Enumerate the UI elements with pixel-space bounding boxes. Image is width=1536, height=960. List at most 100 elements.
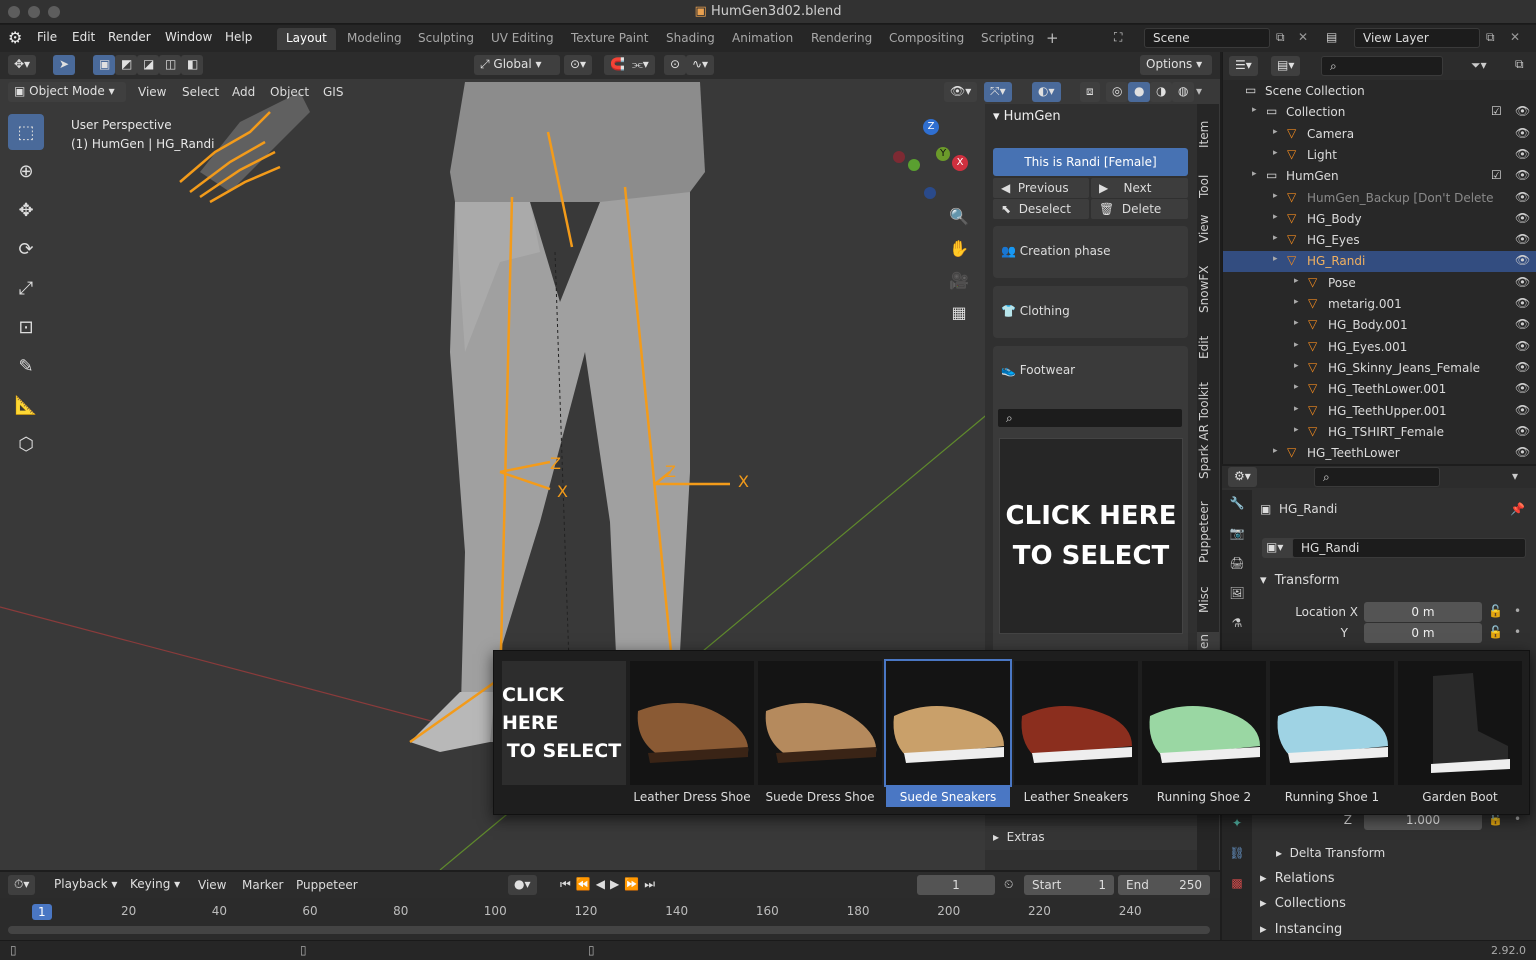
outliner-row[interactable]: ▸ ▽ HumGen_Backup [Don't Delete 👁: [1223, 188, 1536, 209]
delete-button[interactable]: 🗑 Delete: [1091, 199, 1188, 219]
filter-icon[interactable]: ⏷▾: [1471, 58, 1487, 73]
visibility-eye-icon[interactable]: 👁: [1515, 296, 1530, 310]
playback-controls[interactable]: ⏮⏪◀▶⏩⏭: [560, 877, 660, 892]
clothing-section[interactable]: 👕 Clothing: [993, 286, 1188, 338]
location-x-field[interactable]: 0 m: [1364, 602, 1482, 622]
proportional-edit-icon[interactable]: ⊙: [664, 55, 687, 75]
visibility-eye-icon[interactable]: 👁: [1515, 275, 1530, 289]
tab-puppeteer[interactable]: Puppeteer: [1197, 496, 1219, 568]
tab-tool[interactable]: Tool: [1197, 166, 1219, 206]
location-y-field[interactable]: 0 m: [1364, 623, 1482, 643]
tab-uv-editing[interactable]: UV Editing: [482, 28, 563, 50]
timeline-menu-view[interactable]: View: [198, 878, 226, 892]
outliner-row[interactable]: ▸ ▽ HG_Skinny_Jeans_Female 👁: [1223, 358, 1536, 379]
visibility-eye-icon[interactable]: 👁: [1515, 445, 1530, 459]
relations-panel-header[interactable]: ▸ Relations: [1260, 871, 1335, 886]
add-workspace-icon[interactable]: +: [1046, 29, 1059, 47]
gizmo-toggle-icon[interactable]: ⤧▾: [984, 82, 1012, 102]
footwear-option[interactable]: Suede Dress Shoe: [758, 661, 882, 804]
visibility-eye-icon[interactable]: 👁: [1515, 339, 1530, 353]
footwear-header[interactable]: 👟 Footwear: [993, 346, 1188, 394]
tab-layout[interactable]: Layout: [277, 28, 336, 50]
constraint-props-icon[interactable]: ⛓: [1222, 840, 1252, 870]
prev-keyframe-icon[interactable]: ⏪: [576, 877, 596, 891]
properties-editor-icon[interactable]: ⚙▾: [1228, 467, 1257, 487]
expand-arrow-icon[interactable]: ▸: [1273, 127, 1278, 137]
outliner-row[interactable]: ▸ ▽ HG_TeethUpper.001 👁: [1223, 401, 1536, 422]
falloff-icon[interactable]: ∿▾: [686, 55, 715, 75]
deselect-button[interactable]: ⬉ Deselect: [993, 199, 1089, 219]
zoom-icon[interactable]: 🔍: [946, 207, 972, 239]
visibility-eye-icon[interactable]: 👁: [1515, 104, 1530, 118]
tool-props-icon[interactable]: 🔧: [1222, 490, 1252, 520]
outliner-row[interactable]: ▸ ▽ HG_Body.001 👁: [1223, 315, 1536, 336]
navigation-gizmo[interactable]: Z Y X: [890, 117, 970, 207]
cursor-tool-icon[interactable]: ⊕: [8, 153, 44, 189]
timeline-menu-marker[interactable]: Marker: [242, 878, 283, 892]
menu-window[interactable]: Window: [165, 30, 212, 44]
editor-type-icon[interactable]: ✥▾: [8, 55, 37, 75]
outliner-row[interactable]: ▸ ▽ HG_TeethLower.001 👁: [1223, 379, 1536, 400]
timeline-ruler[interactable]: 1 20 40 60 80 100 120 140 160 180 200 220 240: [0, 900, 1220, 922]
properties-search-input[interactable]: ⌕: [1314, 467, 1440, 487]
preview-range-icon[interactable]: ⏲: [1004, 877, 1013, 892]
expand-arrow-icon[interactable]: ▸: [1294, 297, 1299, 307]
instancing-panel-header[interactable]: ▸ Instancing: [1260, 922, 1342, 937]
outliner-row[interactable]: ▸ ▽ HG_Body 👁: [1223, 209, 1536, 230]
ortho-grid-icon[interactable]: ▦: [946, 303, 972, 335]
jump-start-icon[interactable]: ⏮: [560, 877, 576, 891]
outliner-row[interactable]: ▸ ▽ metarig.001 👁: [1223, 294, 1536, 315]
outliner-row[interactable]: ▸ ▽ Camera 👁: [1223, 124, 1536, 145]
outliner-row[interactable]: ▸ ▭ HumGen ☑ 👁: [1223, 166, 1536, 187]
object-name-field[interactable]: HG_Randi: [1292, 538, 1526, 558]
visibility-eye-icon[interactable]: 👁: [1515, 253, 1530, 267]
tab-misc[interactable]: Misc: [1197, 582, 1219, 618]
visibility-eye-icon[interactable]: 👁: [1515, 147, 1530, 161]
scene-props-icon[interactable]: ⚗: [1222, 610, 1252, 640]
tab-spark-ar[interactable]: Spark AR Toolkit: [1197, 376, 1219, 486]
visibility-eye-icon[interactable]: 👁: [1515, 126, 1530, 140]
visibility-eye-icon[interactable]: 👁: [1515, 232, 1530, 246]
camera-view-icon[interactable]: 🎥: [946, 271, 972, 303]
timeline-menu-puppeteer[interactable]: Puppeteer: [296, 878, 358, 892]
exclude-checkbox[interactable]: ☑: [1491, 168, 1502, 182]
gizmo-neg-x[interactable]: [893, 151, 905, 163]
outliner-row[interactable]: ▸ ▽ HG_TeethLower 👁: [1223, 443, 1536, 464]
transform-orientation-dropdown[interactable]: ⤢ Global ▾: [474, 55, 560, 75]
select-mode-intersect-icon[interactable]: ◧: [181, 55, 203, 75]
view-layer-icon[interactable]: ▤: [1326, 30, 1337, 44]
gizmo-x-axis[interactable]: X: [952, 155, 968, 171]
select-mode-extend-icon[interactable]: ◩: [115, 55, 137, 75]
object-mode-dropdown[interactable]: ▣ Object Mode ▾: [8, 82, 126, 102]
pan-hand-icon[interactable]: ✋: [946, 239, 972, 271]
properties-options-icon[interactable]: ▾: [1512, 469, 1518, 483]
visibility-eye-icon[interactable]: 👁: [1515, 360, 1530, 374]
footwear-option[interactable]: CLICK HERE TO SELECT: [502, 661, 626, 801]
collections-panel-header[interactable]: ▸ Collections: [1260, 896, 1346, 911]
display-mode-icon[interactable]: ▤▾: [1271, 56, 1301, 76]
overlay-toggle-icon[interactable]: ◐▾: [1032, 82, 1061, 102]
tab-modeling[interactable]: Modeling: [338, 28, 411, 50]
outliner-editor-icon[interactable]: ☰▾: [1229, 56, 1258, 76]
shading-options-icon[interactable]: ▾: [1196, 84, 1202, 98]
xray-toggle-icon[interactable]: ⧈: [1080, 82, 1100, 102]
options-dropdown[interactable]: Options ▾: [1140, 55, 1212, 75]
expand-arrow-icon[interactable]: ▸: [1273, 148, 1278, 158]
visibility-eye-icon[interactable]: 👁: [1515, 403, 1530, 417]
transform-tool-icon[interactable]: ⊡: [8, 309, 44, 345]
start-frame-field[interactable]: Start 1: [1024, 875, 1114, 895]
add-cube-tool-icon[interactable]: ⬡: [8, 426, 44, 462]
tab-texture-paint[interactable]: Texture Paint: [562, 28, 657, 50]
outliner-row[interactable]: ▸ ▽ HG_TSHIRT_Female 👁: [1223, 422, 1536, 443]
viewport-menu-gis[interactable]: GIS: [323, 85, 343, 99]
select-mode-invert-icon[interactable]: ◫: [159, 55, 181, 75]
outliner-row[interactable]: ▸ ▽ HG_Eyes 👁: [1223, 230, 1536, 251]
visibility-eye-icon[interactable]: 👁: [1515, 168, 1530, 182]
expand-arrow-icon[interactable]: ▸: [1273, 212, 1278, 222]
footwear-search-input[interactable]: ⌕: [997, 408, 1183, 428]
pin-icon[interactable]: 📌: [1510, 502, 1525, 516]
select-mode-subtract-icon[interactable]: ◪: [137, 55, 159, 75]
viewport-menu-add[interactable]: Add: [232, 85, 255, 99]
gizmo-y-axis[interactable]: Y: [936, 147, 950, 161]
visibility-eye-icon[interactable]: 👁: [1515, 424, 1530, 438]
